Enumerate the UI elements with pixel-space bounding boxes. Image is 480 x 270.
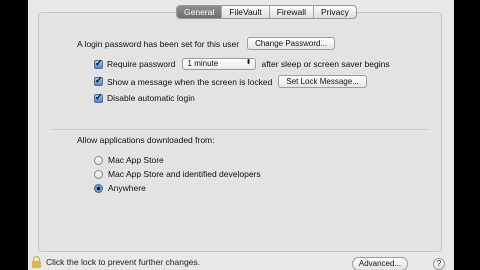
help-button[interactable]: ? — [433, 258, 445, 270]
tab-firewall[interactable]: Firewall — [268, 6, 313, 18]
show-message-row: Show a message when the screen is locked… — [94, 75, 367, 88]
radio-button[interactable] — [94, 155, 103, 165]
general-panel: A login password has been set for this u… — [38, 12, 442, 252]
radio-mac-app-store[interactable]: Mac App Store — [94, 155, 164, 165]
divider — [51, 129, 429, 130]
chevron-updown-icon: ⬍ — [245, 59, 252, 66]
downloads-heading-text: Allow applications downloaded from: — [77, 135, 215, 145]
radio-label: Mac App Store — [108, 155, 164, 165]
tab-filevault[interactable]: FileVault — [221, 6, 268, 18]
bottom-bar: Click the lock to prevent further change… — [28, 255, 454, 270]
disable-auto-login-row: Disable automatic login — [94, 92, 195, 103]
show-message-checkbox[interactable] — [94, 75, 103, 86]
disable-auto-login-label: Disable automatic login — [107, 93, 195, 103]
tab-general[interactable]: General — [177, 6, 222, 18]
security-preferences-window: General FileVault Firewall Privacy A log… — [28, 0, 454, 270]
radio-button-selected[interactable] — [94, 183, 103, 193]
change-password-button[interactable]: Change Password... — [247, 37, 336, 50]
lock-icon[interactable] — [32, 256, 41, 268]
set-lock-message-button[interactable]: Set Lock Message... — [278, 75, 367, 88]
show-message-label: Show a message when the screen is locked — [107, 76, 273, 87]
require-password-row: Require password 1 minute ⬍ after sleep … — [94, 58, 390, 70]
downloads-heading: Allow applications downloaded from: — [77, 135, 215, 145]
require-password-select[interactable]: 1 minute ⬍ — [181, 58, 256, 70]
radio-identified-developers[interactable]: Mac App Store and identified developers — [94, 169, 261, 179]
radio-label: Anywhere — [108, 183, 146, 193]
advanced-button[interactable]: Advanced... — [352, 257, 408, 270]
radio-label: Mac App Store and identified developers — [108, 169, 261, 179]
tab-bar: General FileVault Firewall Privacy — [176, 5, 357, 19]
login-password-row: A login password has been set for this u… — [77, 37, 336, 50]
lock-text: Click the lock to prevent further change… — [46, 257, 201, 267]
require-password-label: Require password — [107, 59, 176, 69]
disable-auto-login-checkbox[interactable] — [94, 92, 103, 103]
require-password-checkbox[interactable] — [94, 58, 103, 69]
tab-privacy[interactable]: Privacy — [312, 6, 356, 18]
require-password-suffix: after sleep or screen saver begins — [261, 59, 390, 69]
require-password-select-value: 1 minute — [187, 59, 219, 68]
radio-button[interactable] — [94, 169, 103, 179]
radio-anywhere[interactable]: Anywhere — [94, 183, 146, 193]
login-password-text: A login password has been set for this u… — [77, 38, 240, 49]
